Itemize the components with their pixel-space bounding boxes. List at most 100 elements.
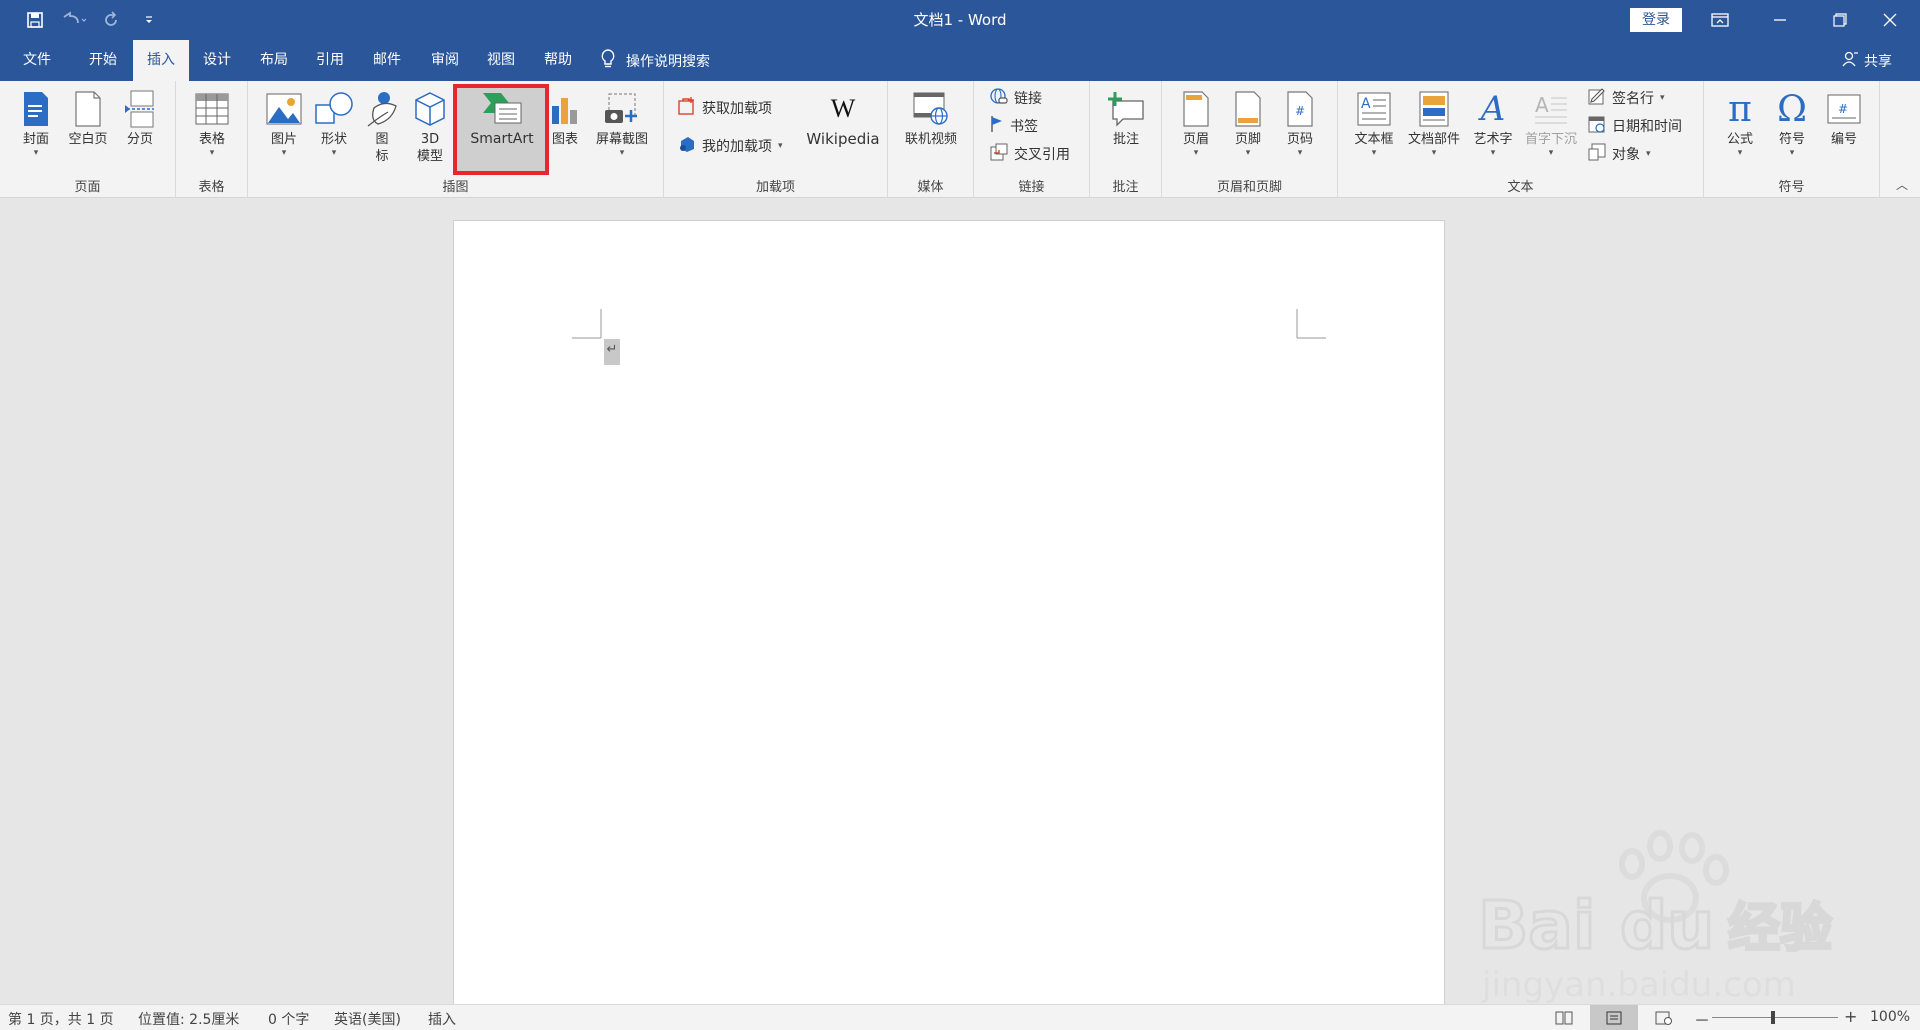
picture-icon <box>262 87 306 131</box>
collapse-ribbon-icon[interactable]: ︿ <box>1896 176 1908 193</box>
zoom-slider-track[interactable] <box>1712 1017 1838 1018</box>
close-icon[interactable] <box>1860 0 1920 40</box>
page-number-icon: # <box>1278 87 1322 131</box>
shapes-button[interactable]: 形状 ▾ <box>312 87 356 158</box>
link-button[interactable]: 链接 <box>990 85 1042 111</box>
status-language[interactable]: 英语(美国) <box>334 1009 401 1029</box>
group-header-footer: 页眉 ▾ 页脚 ▾ # 页码 ▾ 页眉和页脚 <box>1162 81 1338 198</box>
group-label-tables: 表格 <box>198 180 225 195</box>
signature-icon <box>1588 87 1606 109</box>
icons-button[interactable]: 图 标 <box>362 87 402 165</box>
tab-view[interactable]: 视图 <box>474 40 528 81</box>
table-button[interactable]: 表格 ▾ <box>190 87 234 158</box>
link-icon <box>990 87 1008 109</box>
group-media: 联机视频 媒体 <box>888 81 974 198</box>
comment-icon <box>1104 87 1148 131</box>
status-page[interactable]: 第 1 页，共 1 页 <box>8 1009 114 1029</box>
bookmark-button[interactable]: 书签 <box>990 113 1038 139</box>
chevron-down-icon: ▾ <box>1646 149 1651 159</box>
status-word-count[interactable]: 0 个字 <box>268 1009 309 1029</box>
zoom-slider-thumb[interactable] <box>1771 1011 1775 1024</box>
paragraph-mark: ↵ <box>604 339 620 365</box>
web-layout-icon[interactable] <box>1640 1005 1688 1030</box>
tab-file[interactable]: 文件 <box>10 40 64 81</box>
blank-page-button[interactable]: 空白页 <box>64 87 112 148</box>
footer-button[interactable]: 页脚 ▾ <box>1226 87 1270 158</box>
my-addins-button[interactable]: 我的加载项 ▾ <box>678 133 783 159</box>
group-symbols: π 公式 ▾ Ω 符号 ▾ # 编号 符号 <box>1704 81 1880 198</box>
status-position[interactable]: 位置值: 2.5厘米 <box>138 1009 239 1029</box>
chevron-down-icon: ▾ <box>1548 148 1554 158</box>
status-mode[interactable]: 插入 <box>428 1009 456 1029</box>
highlight-box <box>453 84 549 175</box>
minimize-icon[interactable] <box>1750 0 1810 40</box>
page-break-button[interactable]: 分页 <box>118 87 162 148</box>
tell-me-label: 操作说明搜索 <box>626 53 710 70</box>
svg-text:#: # <box>1838 102 1848 116</box>
read-mode-icon[interactable] <box>1540 1005 1588 1030</box>
zoom-out-button[interactable]: － <box>1694 1007 1710 1030</box>
header-button[interactable]: 页眉 ▾ <box>1174 87 1218 158</box>
store-icon <box>678 97 696 119</box>
drop-cap-button[interactable]: A 首字下沉 ▾ <box>1520 87 1582 158</box>
chevron-down-icon: ▾ <box>1789 148 1795 158</box>
sign-in-button[interactable]: 登录 <box>1630 8 1682 32</box>
chevron-down-icon: ▾ <box>778 141 783 151</box>
text-box-icon: A <box>1350 87 1398 131</box>
zoom-level[interactable]: 100% <box>1870 1009 1910 1025</box>
shapes-icon <box>312 87 356 131</box>
pi-icon: π <box>1728 88 1752 130</box>
crop-mark-top-right <box>1296 309 1326 339</box>
calendar-icon <box>1588 115 1606 137</box>
tab-layout[interactable]: 布局 <box>247 40 301 81</box>
cross-reference-button[interactable]: 交叉引用 <box>990 141 1070 167</box>
blank-page-icon <box>64 87 112 131</box>
text-box-button[interactable]: A 文本框 ▾ <box>1350 87 1398 158</box>
get-addins-button[interactable]: 获取加载项 <box>678 95 772 121</box>
baidu-watermark: Bai du 经验 jingyan.baidu.com <box>1460 818 1880 1008</box>
ribbon-display-options-icon[interactable] <box>1690 0 1750 40</box>
tab-design[interactable]: 设计 <box>190 40 244 81</box>
tab-review[interactable]: 审阅 <box>418 40 472 81</box>
wikipedia-button[interactable]: W Wikipedia <box>804 87 882 148</box>
header-icon <box>1174 87 1218 131</box>
cover-page-button[interactable]: 封面 ▾ <box>14 87 58 158</box>
3d-models-button[interactable]: 3D 模型 <box>408 87 452 165</box>
bird-icon <box>362 87 402 131</box>
svg-text:经验: 经验 <box>1728 899 1832 959</box>
number-button[interactable]: # 编号 <box>1822 87 1866 148</box>
tab-mailings[interactable]: 邮件 <box>360 40 414 81</box>
pictures-button[interactable]: 图片 ▾ <box>262 87 306 158</box>
quick-parts-button[interactable]: 文档部件 ▾ <box>1404 87 1464 158</box>
signature-line-button[interactable]: 签名行 ▾ <box>1588 85 1665 111</box>
equation-button[interactable]: π 公式 ▾ <box>1718 87 1762 159</box>
chevron-down-icon: ▾ <box>1193 148 1199 158</box>
print-layout-icon[interactable] <box>1590 1005 1638 1030</box>
tab-home[interactable]: 开始 <box>76 40 130 81</box>
new-comment-button[interactable]: 批注 <box>1104 87 1148 148</box>
group-label-comments: 批注 <box>1112 180 1139 195</box>
page-number-button[interactable]: # 页码 ▾ <box>1278 87 1322 158</box>
chevron-down-icon: ▾ <box>1245 148 1251 158</box>
tell-me-search[interactable]: 操作说明搜索 <box>600 40 710 81</box>
wordart-button[interactable]: A 艺术字 ▾ <box>1468 87 1518 158</box>
footer-icon <box>1226 87 1270 131</box>
chart-button[interactable]: 图表 <box>548 87 582 148</box>
share-button[interactable]: 共享 <box>1842 40 1892 81</box>
person-icon <box>1842 51 1858 71</box>
tab-references[interactable]: 引用 <box>303 40 357 81</box>
document-page[interactable]: ↵ <box>453 220 1445 1004</box>
tab-insert[interactable]: 插入 <box>133 40 189 81</box>
screenshot-button[interactable]: 屏幕截图 ▾ <box>590 87 654 158</box>
svg-text:Bai: Bai <box>1478 887 1595 964</box>
object-button[interactable]: 对象 ▾ <box>1588 141 1651 167</box>
symbol-button[interactable]: Ω 符号 ▾ <box>1770 87 1814 159</box>
online-video-button[interactable]: 联机视频 <box>898 87 964 148</box>
tab-help[interactable]: 帮助 <box>531 40 585 81</box>
zoom-in-button[interactable]: + <box>1844 1007 1857 1026</box>
chevron-down-icon: ▾ <box>1371 148 1377 158</box>
group-label-header-footer: 页眉和页脚 <box>1216 180 1282 195</box>
wordart-icon: A <box>1480 89 1506 129</box>
chevron-down-icon: ▾ <box>1737 148 1743 158</box>
date-time-button[interactable]: 日期和时间 <box>1588 113 1682 139</box>
